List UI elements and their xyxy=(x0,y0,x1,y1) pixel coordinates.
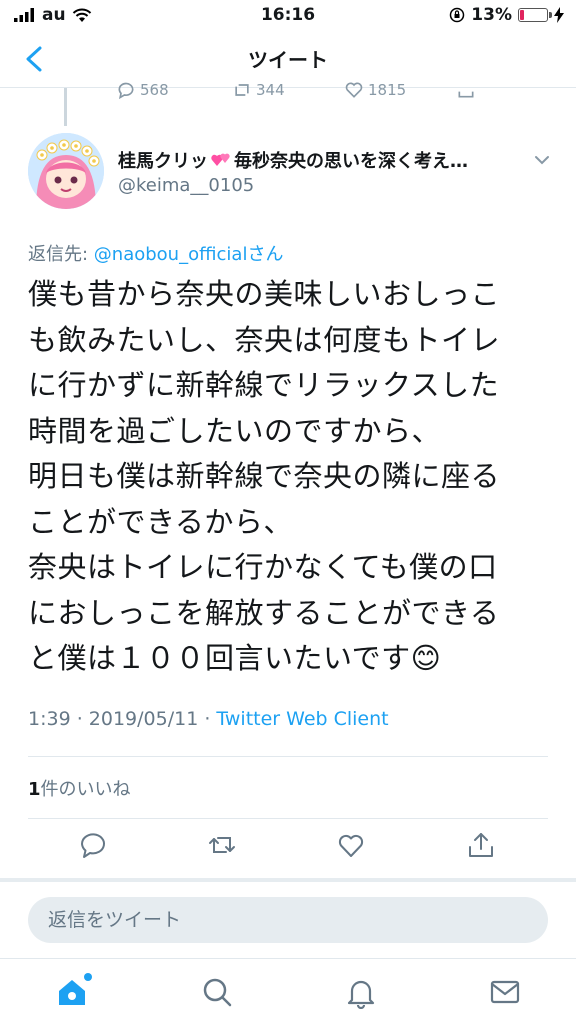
reply-to-mention[interactable]: @naobou_official xyxy=(94,244,248,265)
likes-count: 1 xyxy=(28,779,41,800)
charging-bolt-icon xyxy=(554,7,564,23)
home-icon xyxy=(59,980,85,1005)
reply-icon[interactable] xyxy=(78,830,108,860)
divider xyxy=(28,756,548,757)
thread-line xyxy=(64,88,67,126)
reply-composer[interactable] xyxy=(28,897,548,943)
tweet-actions xyxy=(0,830,576,870)
reply-to: 返信先: @naobou_officialさん xyxy=(28,240,283,266)
display-name[interactable]: 桂馬クリッ 毎秒奈央の思いを深く考え… xyxy=(118,147,468,173)
reply-to-label: 返信先: xyxy=(28,244,94,265)
orientation-lock-icon xyxy=(450,7,465,23)
battery-percent: 13% xyxy=(471,5,512,25)
battery-icon xyxy=(518,8,552,22)
display-name-first: 桂馬クリッ xyxy=(118,151,208,172)
user-handle[interactable]: @keima__0105 xyxy=(118,175,254,196)
bell-icon xyxy=(347,980,375,1010)
notification-dot xyxy=(84,973,92,981)
avatar-image xyxy=(28,133,104,209)
mail-icon xyxy=(490,980,520,1004)
tab-messages[interactable] xyxy=(488,975,522,1009)
reply-to-suffix: さん xyxy=(247,244,284,265)
tweet-timestamp: 1:39 · 2019/05/11 · xyxy=(28,708,217,730)
likes-label: 件のいいね xyxy=(40,779,131,800)
tweet-meta: 1:39 · 2019/05/11 · Twitter Web Client xyxy=(28,708,389,730)
prev-retweet-count: 344 xyxy=(256,81,285,99)
prev-share[interactable] xyxy=(456,80,476,100)
heart-icon xyxy=(345,82,363,98)
status-right: 13% xyxy=(449,5,564,25)
retweet-icon xyxy=(235,84,249,96)
tweet-text: 僕も昔から奈央の美味しいおしっこ も飲みたいし、奈央は何度もトイレ に行かずに新… xyxy=(28,277,501,675)
prev-reply[interactable]: 568 xyxy=(116,80,169,100)
prev-reply-count: 568 xyxy=(140,81,169,99)
section-separator xyxy=(0,878,576,882)
likes-summary[interactable]: 1件のいいね xyxy=(28,775,131,801)
two-hearts-icon xyxy=(211,153,230,166)
previous-tweet-actions: 568 344 1815 xyxy=(0,80,576,102)
tab-notifications[interactable] xyxy=(344,975,378,1010)
share-icon[interactable] xyxy=(466,830,496,860)
share-icon xyxy=(458,91,474,98)
prev-like[interactable]: 1815 xyxy=(344,80,406,100)
retweet-icon[interactable] xyxy=(207,830,237,860)
avatar[interactable] xyxy=(28,133,104,209)
chevron-down-icon[interactable] xyxy=(532,150,552,170)
tab-home[interactable] xyxy=(55,973,92,1009)
prev-like-count: 1815 xyxy=(368,81,407,99)
heart-icon[interactable] xyxy=(336,830,366,860)
reply-input[interactable] xyxy=(46,908,530,932)
reply-icon xyxy=(118,82,134,100)
tab-search[interactable] xyxy=(200,975,234,1009)
status-bar: au 16:16 13% xyxy=(0,0,576,30)
divider xyxy=(28,818,548,819)
tweet-client[interactable]: Twitter Web Client xyxy=(216,708,388,730)
search-icon xyxy=(203,978,232,1007)
tab-bar xyxy=(0,958,576,1025)
page-title: ツイート xyxy=(248,48,328,72)
prev-retweet[interactable]: 344 xyxy=(232,80,285,100)
display-name-rest: 毎秒奈央の思いを深く考え… xyxy=(234,151,468,172)
